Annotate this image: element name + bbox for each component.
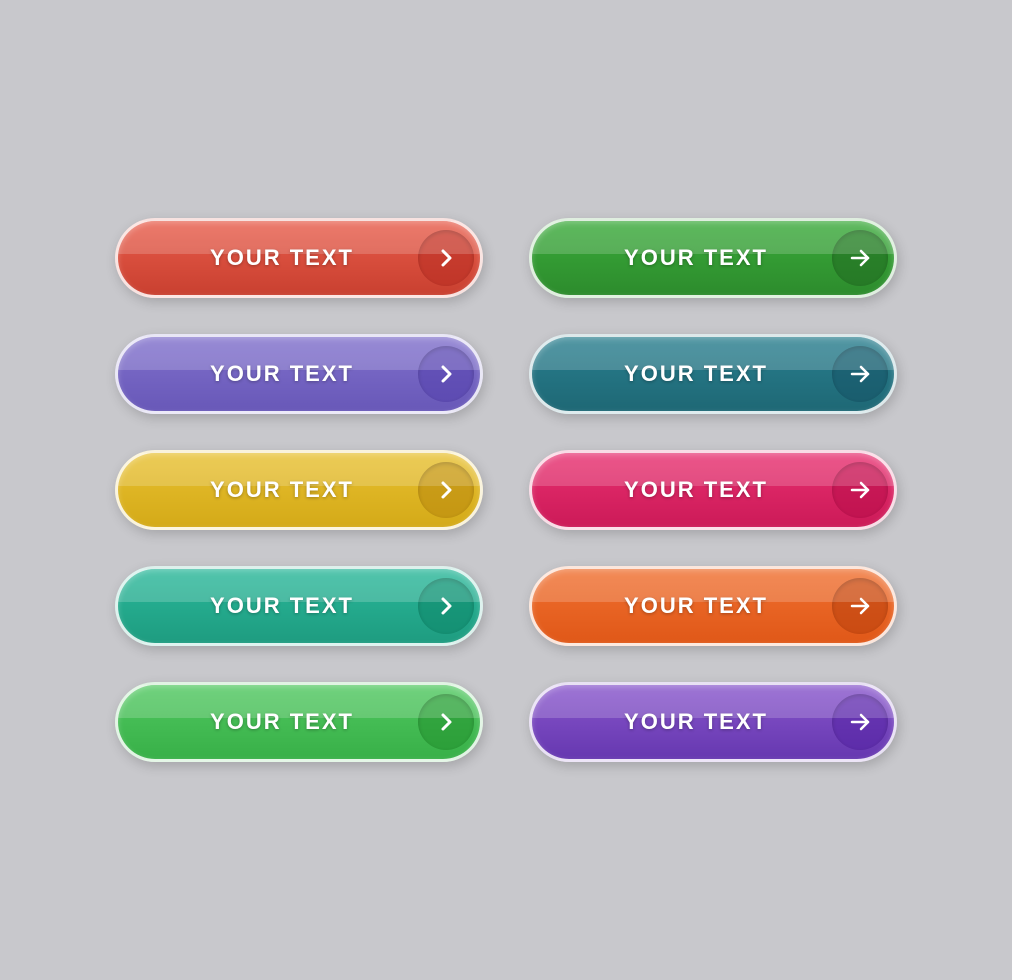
- btn-violet-button[interactable]: YOUR TEXT: [529, 682, 897, 762]
- button-wrap-btn-pink: YOUR TEXT: [529, 450, 897, 530]
- btn-yellow-button[interactable]: YOUR TEXT: [115, 450, 483, 530]
- arrow-right-icon: [832, 694, 888, 750]
- btn-red-label: YOUR TEXT: [146, 245, 418, 271]
- button-wrap-btn-teal-dark: YOUR TEXT: [529, 334, 897, 414]
- button-wrap-btn-green2: YOUR TEXT: [115, 682, 483, 762]
- button-wrap-btn-purple: YOUR TEXT: [115, 334, 483, 414]
- arrow-right-icon: [832, 230, 888, 286]
- chevron-right-icon: [418, 462, 474, 518]
- btn-teal-label: YOUR TEXT: [146, 593, 418, 619]
- button-wrap-btn-teal: YOUR TEXT: [115, 566, 483, 646]
- chevron-right-icon: [418, 230, 474, 286]
- btn-teal-button[interactable]: YOUR TEXT: [115, 566, 483, 646]
- arrow-right-icon: [832, 346, 888, 402]
- btn-purple-button[interactable]: YOUR TEXT: [115, 334, 483, 414]
- btn-violet-label: YOUR TEXT: [560, 709, 832, 735]
- btn-yellow-label: YOUR TEXT: [146, 477, 418, 503]
- btn-teal-dark-button[interactable]: YOUR TEXT: [529, 334, 897, 414]
- button-wrap-btn-red: YOUR TEXT: [115, 218, 483, 298]
- arrow-right-icon: [832, 462, 888, 518]
- btn-purple-label: YOUR TEXT: [146, 361, 418, 387]
- chevron-right-icon: [418, 578, 474, 634]
- button-wrap-btn-yellow: YOUR TEXT: [115, 450, 483, 530]
- btn-green-label: YOUR TEXT: [560, 245, 832, 271]
- btn-pink-button[interactable]: YOUR TEXT: [529, 450, 897, 530]
- btn-green2-button[interactable]: YOUR TEXT: [115, 682, 483, 762]
- button-wrap-btn-violet: YOUR TEXT: [529, 682, 897, 762]
- btn-teal-dark-label: YOUR TEXT: [560, 361, 832, 387]
- button-grid: YOUR TEXT YOUR TEXT YOUR TEXT YOUR TEXT …: [75, 178, 937, 802]
- btn-orange-button[interactable]: YOUR TEXT: [529, 566, 897, 646]
- arrow-right-icon: [832, 578, 888, 634]
- button-wrap-btn-green: YOUR TEXT: [529, 218, 897, 298]
- btn-orange-label: YOUR TEXT: [560, 593, 832, 619]
- btn-red-button[interactable]: YOUR TEXT: [115, 218, 483, 298]
- button-wrap-btn-orange: YOUR TEXT: [529, 566, 897, 646]
- btn-green2-label: YOUR TEXT: [146, 709, 418, 735]
- btn-pink-label: YOUR TEXT: [560, 477, 832, 503]
- btn-green-button[interactable]: YOUR TEXT: [529, 218, 897, 298]
- chevron-right-icon: [418, 346, 474, 402]
- chevron-right-icon: [418, 694, 474, 750]
